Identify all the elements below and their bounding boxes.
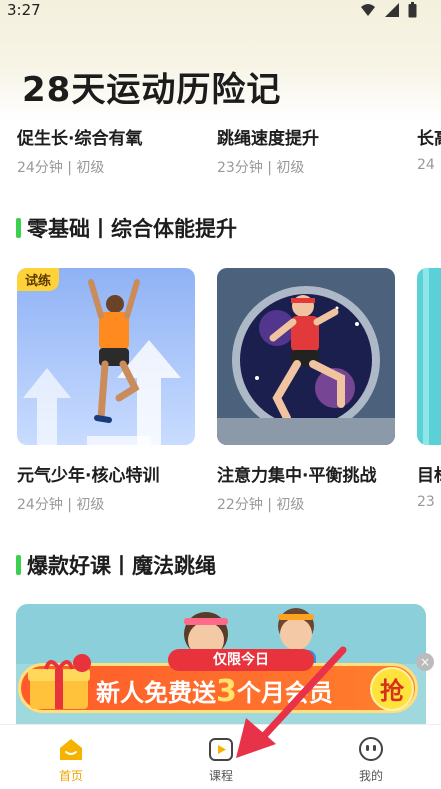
course-meta: 22分钟 | 初级	[217, 497, 305, 513]
wifi-icon	[361, 4, 375, 16]
section-title: 爆款好课丨魔法跳绳	[27, 554, 216, 578]
course-image	[217, 268, 395, 445]
promo-number: 3	[216, 674, 237, 709]
page-title: 28天运动历险记	[22, 70, 282, 110]
status-time: 3:27	[7, 1, 41, 19]
home-icon	[60, 739, 82, 760]
course-meta: 24	[417, 157, 435, 173]
course-card[interactable]: 促生长·综合有氧 24分钟 | 初级	[17, 124, 197, 177]
promo-popup[interactable]: 仅限今日 新人免费送3个月会员 抢 ×	[18, 645, 434, 717]
course-card[interactable]: 注意力集中·平衡挑战 22分钟 | 初级	[217, 461, 397, 514]
promo-tag: 仅限今日	[168, 649, 314, 671]
tab-home[interactable]: 首页	[31, 735, 111, 784]
course-title: 促生长·综合有氧	[17, 129, 143, 149]
section-header: 零基础丨综合体能提升	[16, 213, 237, 243]
course-card[interactable]: 目标 23	[417, 461, 441, 510]
play-icon	[209, 738, 233, 761]
promo-text-prefix: 新人免费送	[96, 679, 216, 707]
course-image	[17, 268, 195, 445]
promo-text: 新人免费送3个月会员	[96, 673, 333, 709]
tab-label: 首页	[58, 769, 83, 783]
course-card[interactable]: 长高 24	[417, 124, 441, 173]
section-title: 零基础丨综合体能提升	[27, 217, 237, 241]
course-thumbnail[interactable]	[217, 268, 395, 445]
signal-icon	[385, 3, 399, 17]
grab-button[interactable]: 抢	[370, 667, 414, 711]
gift-box-icon	[28, 654, 91, 709]
trial-badge: 试练	[17, 268, 60, 291]
section-accent-bar	[16, 555, 21, 575]
course-title: 注意力集中·平衡挑战	[217, 466, 377, 486]
section-header: 爆款好课丨魔法跳绳	[16, 550, 216, 580]
status-bar: 3:27	[0, 0, 441, 24]
course-meta: 24分钟 | 初级	[17, 497, 105, 513]
course-card[interactable]: 元气少年·核心特训 24分钟 | 初级	[17, 461, 197, 514]
course-row-top: 促生长·综合有氧 24分钟 | 初级 跳绳速度提升 23分钟 | 初级 长高 2…	[0, 124, 441, 184]
course-meta: 23分钟 | 初级	[217, 160, 305, 176]
bottom-tab-bar: 首页 课程 我的	[0, 724, 441, 789]
tab-courses[interactable]: 课程	[181, 735, 261, 784]
course-title: 目标	[417, 466, 441, 486]
course-title: 元气少年·核心特训	[17, 466, 160, 486]
close-icon[interactable]: ×	[416, 653, 434, 671]
tab-profile[interactable]: 我的	[331, 735, 411, 784]
course-card[interactable]: 跳绳速度提升 23分钟 | 初级	[217, 124, 397, 177]
promo-text-suffix: 个月会员	[236, 679, 333, 707]
face-icon	[359, 737, 383, 761]
battery-icon	[408, 2, 417, 18]
tab-label: 我的	[358, 769, 383, 783]
course-title: 长高	[417, 129, 441, 149]
course-image	[417, 268, 441, 445]
section-accent-bar	[16, 218, 21, 238]
course-meta: 24分钟 | 初级	[17, 160, 105, 176]
course-title: 跳绳速度提升	[217, 129, 319, 149]
course-thumbnail[interactable]	[417, 268, 441, 445]
tab-label: 课程	[208, 769, 233, 783]
course-row: 元气少年·核心特训 24分钟 | 初级 注意力集中·平衡挑战 22分钟 | 初级…	[0, 461, 441, 521]
course-thumbnail[interactable]: 试练	[17, 268, 195, 445]
course-meta: 23	[417, 494, 435, 510]
